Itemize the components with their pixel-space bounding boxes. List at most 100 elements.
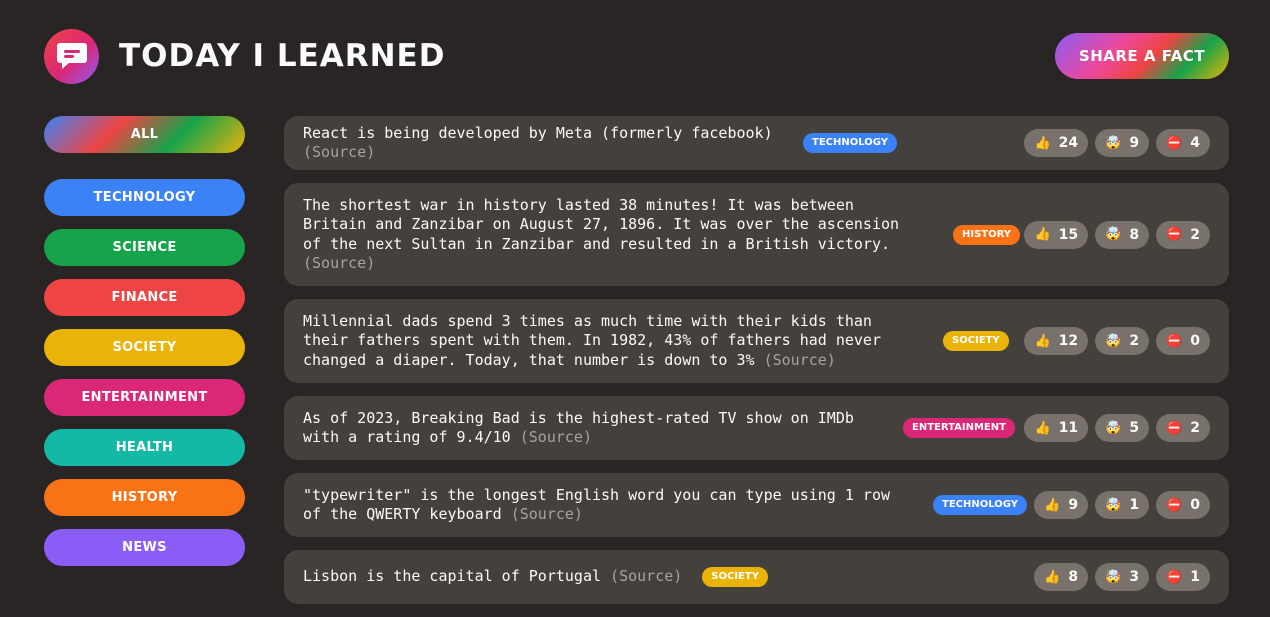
fact-text-content: React is being developed by Meta (former… [303,123,773,142]
category-tag: society [943,331,1009,351]
vote-count: 2 [1129,333,1140,349]
vote-count: 12 [1058,333,1079,349]
source-link[interactable]: (Source) [520,428,592,446]
vote-count: 2 [1190,420,1200,436]
thumbs-up-icon: 👍 [1034,420,1051,436]
mind-blown-icon: 🤯 [1105,569,1122,585]
category-entertainment-button[interactable]: entertainment [44,379,245,416]
category-history-button[interactable]: history [44,479,245,516]
category-item-technology: technology [44,179,245,216]
thumbs-up-icon: 👍 [1044,497,1061,513]
header: TODAY I LEARNED SHARE A FACT [44,28,1229,84]
vote-interesting-button[interactable]: 👍 9 [1034,491,1089,519]
vote-count: 0 [1190,333,1200,349]
mind-blown-icon: 🤯 [1105,227,1122,242]
vote-count: 3 [1129,569,1140,585]
vote-count: 8 [1068,569,1079,585]
category-news-button[interactable]: news [44,529,245,566]
facts-list: React is being developed by Meta (former… [284,116,1229,617]
vote-count: 24 [1058,135,1079,151]
source-link[interactable]: (Source) [610,567,682,585]
mind-blown-icon: 🤯 [1105,135,1122,151]
category-tag: society [702,567,768,587]
vote-count: 1 [1190,569,1200,585]
no-entry-icon: ⛔️ [1166,497,1183,513]
vote-mindblowing-button[interactable]: 🤯 1 [1095,491,1150,519]
vote-false-button[interactable]: ⛔️ 2 [1156,414,1210,442]
category-science-button[interactable]: science [44,229,245,266]
vote-interesting-button[interactable]: 👍 12 [1024,327,1089,355]
category-tag: entertainment [903,418,1015,438]
fact-text: The shortest war in history lasted 38 mi… [303,196,913,274]
source-link[interactable]: (Source) [303,143,375,161]
vote-buttons: 👍 9 🤯 1 ⛔️ 0 [1034,491,1210,519]
vote-false-button[interactable]: ⛔️ 4 [1156,129,1210,157]
fact-text-content: Lisbon is the capital of Portugal [303,567,602,586]
category-society-button[interactable]: society [44,329,245,366]
vote-interesting-button[interactable]: 👍 15 [1024,220,1089,249]
vote-false-button[interactable]: ⛔️ 0 [1156,327,1210,355]
vote-count: 15 [1058,226,1079,243]
source-link[interactable]: (Source) [764,351,836,369]
vote-mindblowing-button[interactable]: 🤯 8 [1095,220,1150,249]
thumbs-up-icon: 👍 [1034,227,1051,242]
no-entry-icon: ⛔️ [1166,135,1183,151]
vote-buttons: 👍 8 🤯 3 ⛔️ 1 [1034,563,1210,591]
category-tag: technology [803,133,897,153]
fact-text: As of 2023, Breaking Bad is the highest-… [303,409,863,448]
thumbs-up-icon: 👍 [1034,135,1051,151]
vote-false-button[interactable]: ⛔️ 0 [1156,491,1210,519]
vote-mindblowing-button[interactable]: 🤯 3 [1095,563,1150,591]
vote-buttons: 👍 15 🤯 8 ⛔️ 2 [1024,220,1210,249]
vote-count: 1 [1129,497,1140,513]
fact-item: "typewriter" is the longest English word… [284,473,1229,537]
fact-text: React is being developed by Meta (former… [303,124,783,163]
vote-interesting-button[interactable]: 👍 24 [1024,129,1089,157]
vote-interesting-button[interactable]: 👍 11 [1024,414,1089,442]
vote-mindblowing-button[interactable]: 🤯 9 [1095,129,1150,157]
vote-count: 0 [1190,497,1200,513]
category-item-all: ALL [44,116,245,153]
category-item-society: society [44,329,245,366]
vote-count: 2 [1190,226,1200,243]
fact-item: React is being developed by Meta (former… [284,116,1229,170]
vote-buttons: 👍 11 🤯 5 ⛔️ 2 [1024,414,1210,442]
category-sidebar: ALL technology science finance society enter… [44,116,245,579]
share-fact-button[interactable]: SHARE A FACT [1055,33,1229,79]
no-entry-icon: ⛔️ [1166,420,1183,436]
category-finance-button[interactable]: finance [44,279,245,316]
category-all-button[interactable]: ALL [44,116,245,153]
category-health-button[interactable]: health [44,429,245,466]
chat-bubble-icon [44,28,99,84]
source-link[interactable]: (Source) [511,505,583,523]
fact-item: As of 2023, Breaking Bad is the highest-… [284,396,1229,460]
source-link[interactable]: (Source) [303,254,375,272]
category-item-history: history [44,479,245,516]
category-item-science: science [44,229,245,266]
thumbs-up-icon: 👍 [1034,333,1051,349]
vote-false-button[interactable]: ⛔️ 2 [1156,220,1210,249]
fact-text-content: "typewriter" is the longest English word… [303,485,890,523]
mind-blown-icon: 🤯 [1105,497,1122,513]
fact-text: Millennial dads spend 3 times as much ti… [303,312,903,370]
no-entry-icon: ⛔️ [1166,569,1183,585]
vote-count: 9 [1068,497,1079,513]
fact-text-content: The shortest war in history lasted 38 mi… [303,195,900,253]
vote-mindblowing-button[interactable]: 🤯 2 [1095,327,1150,355]
vote-false-button[interactable]: ⛔️ 1 [1156,563,1210,591]
category-item-entertainment: entertainment [44,379,245,416]
mind-blown-icon: 🤯 [1105,333,1122,349]
category-item-news: news [44,529,245,566]
vote-interesting-button[interactable]: 👍 8 [1034,563,1089,591]
category-item-health: health [44,429,245,466]
mind-blown-icon: 🤯 [1105,420,1122,436]
fact-text: Lisbon is the capital of Portugal (Sourc… [303,567,682,586]
category-technology-button[interactable]: technology [44,179,245,216]
fact-item: Lisbon is the capital of Portugal (Sourc… [284,550,1229,604]
vote-count: 5 [1129,420,1140,436]
vote-mindblowing-button[interactable]: 🤯 5 [1095,414,1150,442]
app-title: TODAY I LEARNED [119,38,446,74]
category-item-finance: finance [44,279,245,316]
vote-buttons: 👍 12 🤯 2 ⛔️ 0 [1024,327,1210,355]
vote-buttons: 👍 24 🤯 9 ⛔️ 4 [1024,129,1210,157]
